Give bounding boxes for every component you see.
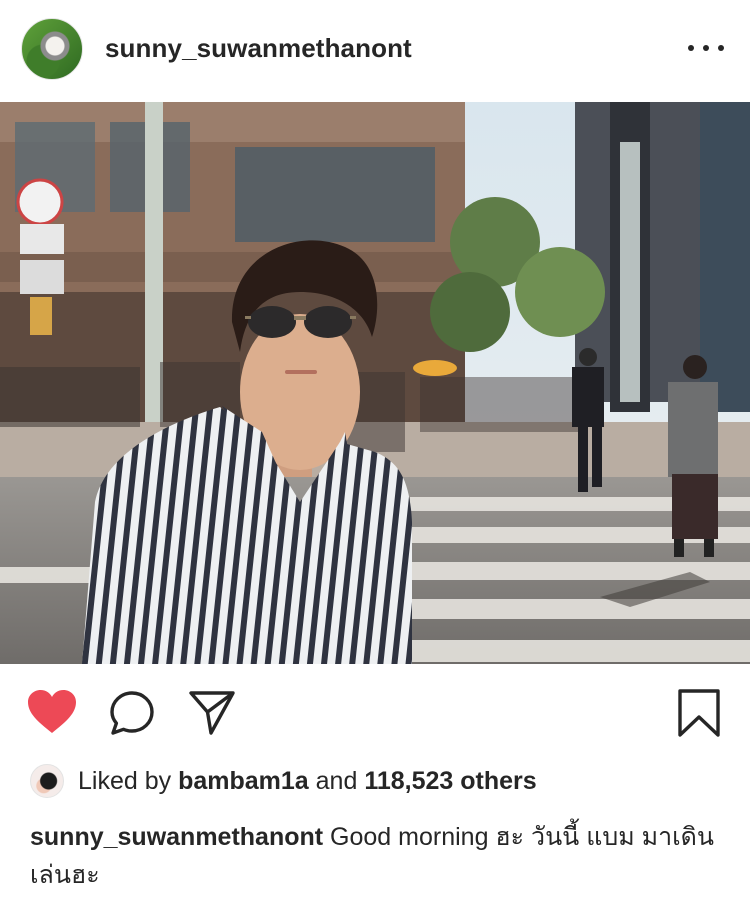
likes-summary[interactable]: Liked by bambam1a and 118,523 others bbox=[78, 767, 537, 796]
more-dot bbox=[718, 45, 724, 51]
share-icon[interactable] bbox=[188, 690, 236, 736]
more-dot bbox=[703, 45, 709, 51]
post-photo[interactable] bbox=[0, 102, 750, 664]
liker-avatar[interactable] bbox=[30, 764, 64, 798]
instagram-post: sunny_suwanmethanont Liked by bambam1a a… bbox=[0, 0, 750, 904]
post-action-bar bbox=[0, 664, 750, 760]
post-author-username[interactable]: sunny_suwanmethanont bbox=[105, 33, 412, 64]
post-header: sunny_suwanmethanont bbox=[0, 0, 750, 102]
comment-icon[interactable] bbox=[109, 690, 155, 736]
more-dot bbox=[688, 45, 694, 51]
post-caption: sunny_suwanmethanont Good morning ฮะ วัน… bbox=[30, 818, 730, 894]
likes-connector: and bbox=[315, 766, 358, 795]
heart-icon[interactable] bbox=[27, 689, 77, 735]
bookmark-icon[interactable] bbox=[677, 688, 721, 738]
profile-avatar[interactable] bbox=[21, 18, 83, 80]
likes-row: Liked by bambam1a and 118,523 others bbox=[30, 761, 537, 801]
liker-username[interactable]: bambam1a bbox=[178, 767, 309, 795]
more-options-icon[interactable] bbox=[688, 38, 724, 58]
caption-username[interactable]: sunny_suwanmethanont bbox=[30, 823, 323, 851]
likes-count[interactable]: 118,523 others bbox=[364, 767, 536, 795]
likes-prefix: Liked by bbox=[78, 766, 172, 795]
